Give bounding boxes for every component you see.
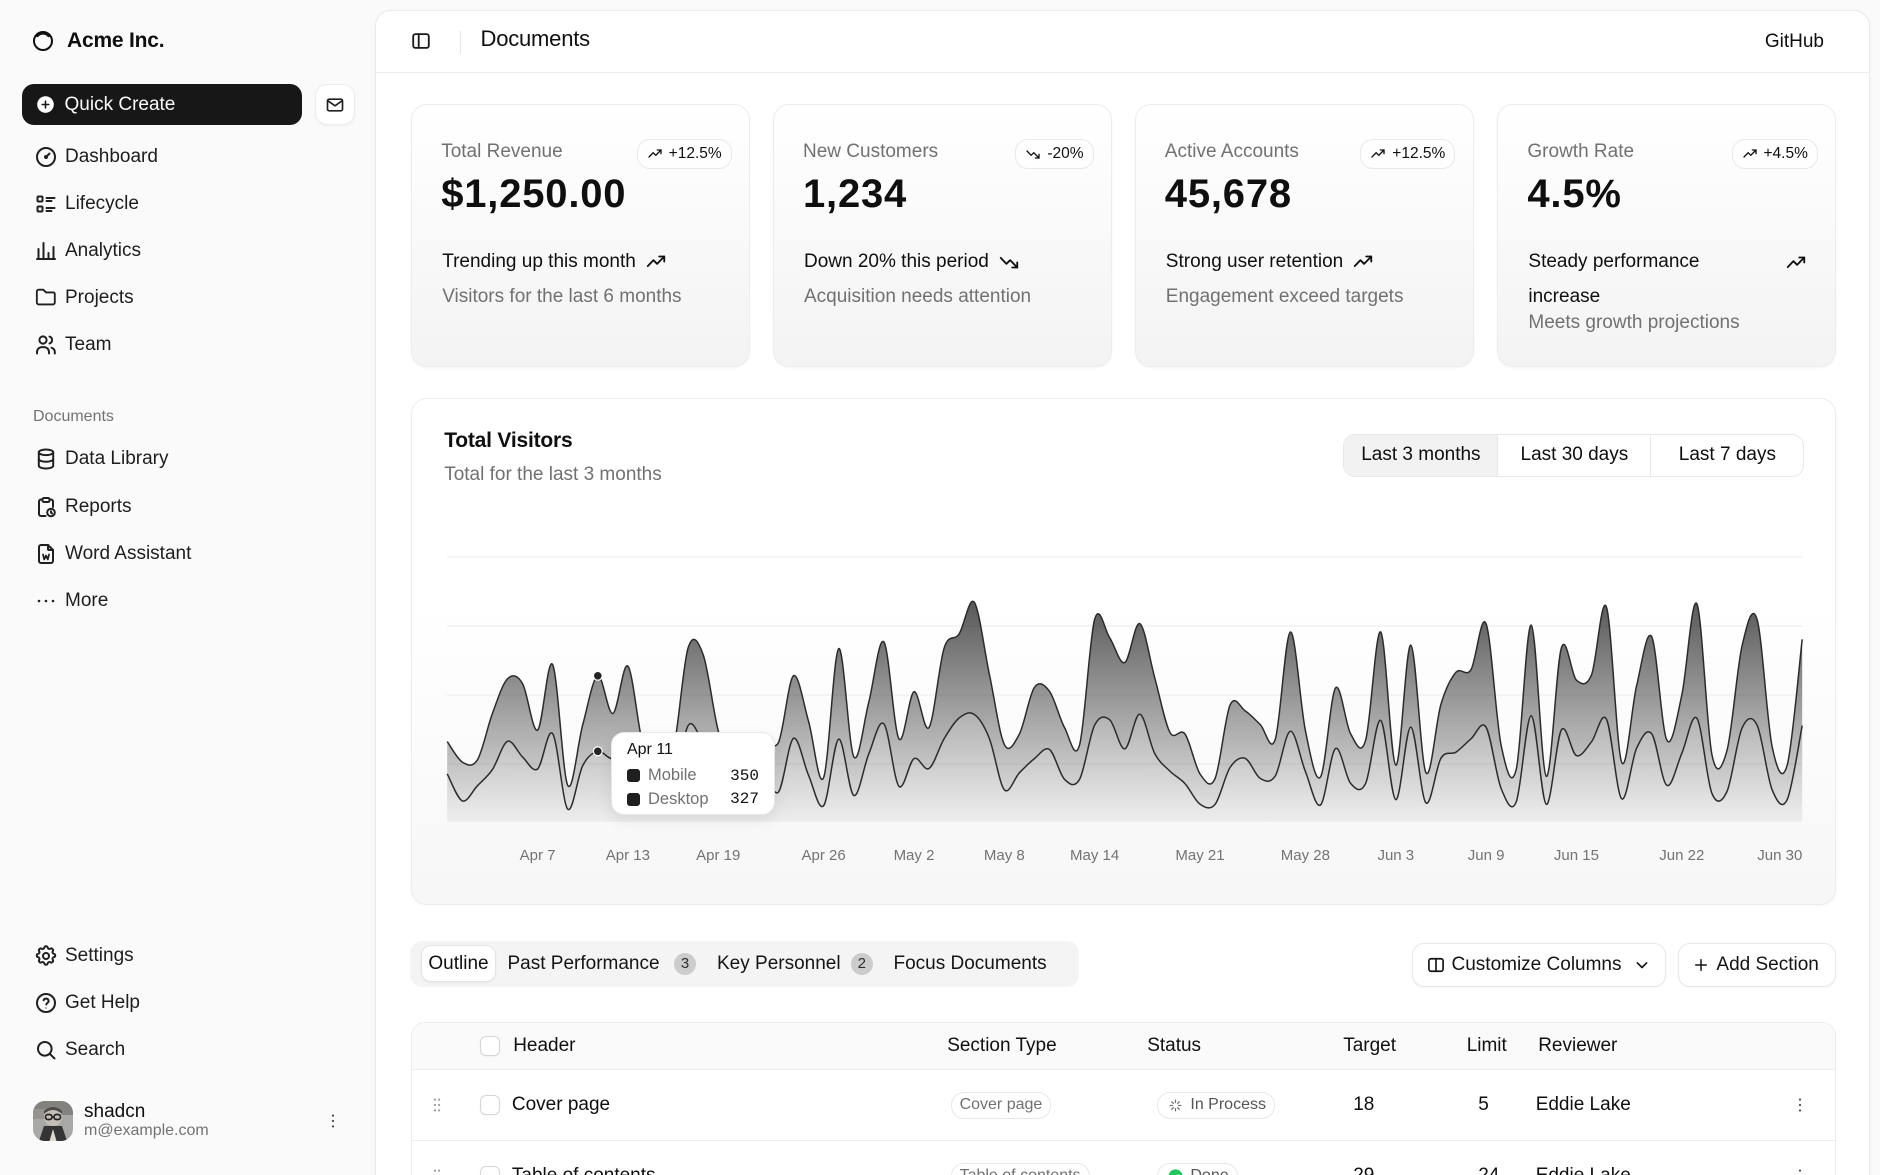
svg-text:Apr 26: Apr 26 [802, 847, 846, 864]
svg-text:May 2: May 2 [894, 847, 935, 864]
svg-text:Apr 7: Apr 7 [520, 847, 556, 864]
svg-text:Jun 15: Jun 15 [1554, 847, 1599, 864]
svg-text:May 8: May 8 [984, 847, 1025, 864]
svg-text:May 14: May 14 [1070, 847, 1119, 864]
svg-text:May 28: May 28 [1281, 847, 1330, 864]
svg-text:Jun 30: Jun 30 [1757, 847, 1802, 864]
svg-text:Jun 9: Jun 9 [1468, 847, 1505, 864]
svg-text:Apr 13: Apr 13 [606, 847, 650, 864]
svg-text:Jun 22: Jun 22 [1659, 847, 1704, 864]
svg-text:Jun 3: Jun 3 [1378, 847, 1415, 864]
svg-text:Apr 19: Apr 19 [696, 847, 740, 864]
svg-text:May 21: May 21 [1176, 847, 1225, 864]
